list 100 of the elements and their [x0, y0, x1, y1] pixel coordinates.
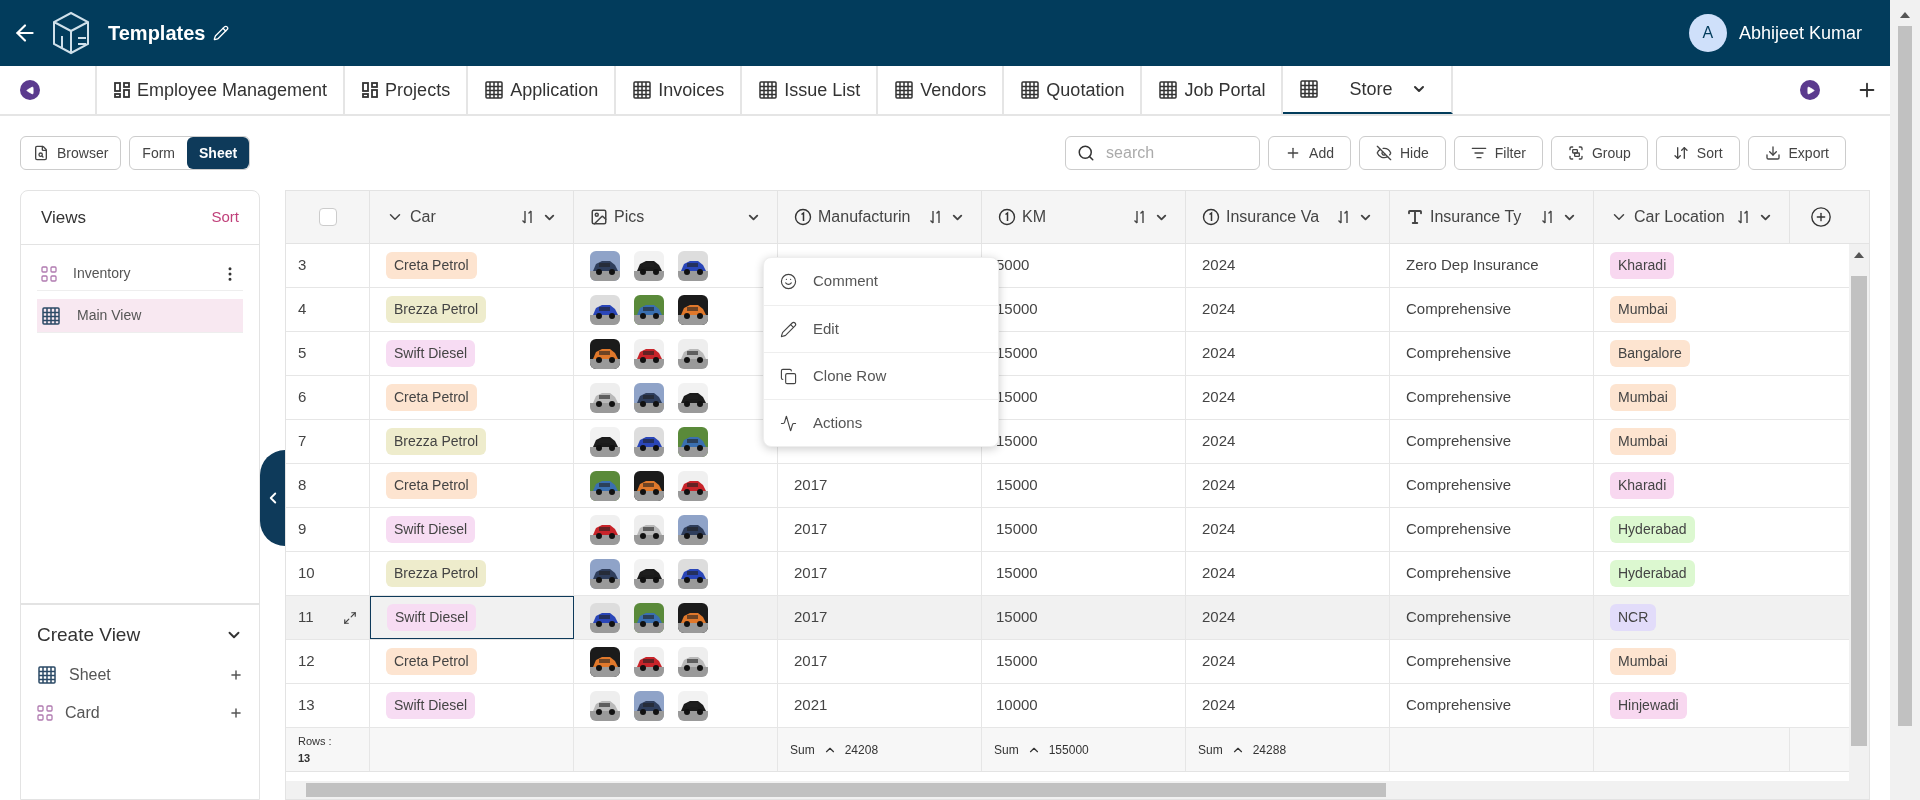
view-item[interactable]: Inventory: [37, 257, 243, 291]
row-number: 13: [298, 695, 315, 716]
copy-icon: [780, 367, 797, 385]
table-cell-text: 15000: [996, 563, 1038, 584]
select-all-checkbox[interactable]: [318, 208, 337, 226]
tab[interactable]: Quotation: [1004, 66, 1143, 114]
column-header[interactable]: Pics: [574, 191, 778, 243]
scroll-up-icon[interactable]: [1854, 252, 1864, 258]
column-header[interactable]: Manufacturin: [778, 191, 982, 243]
menu-item[interactable]: Clone Row: [764, 352, 998, 399]
table-cell-text: 2017: [794, 651, 828, 672]
toolbar-button[interactable]: Sort: [1655, 136, 1740, 170]
cube-logo-icon: [50, 10, 92, 56]
grid-icon: [41, 305, 61, 326]
row-number: 4: [298, 299, 307, 320]
number-icon: [794, 208, 812, 226]
create-view-item[interactable]: Card: [37, 699, 243, 726]
sum-label[interactable]: Sum: [790, 740, 815, 759]
toolbar-button[interactable]: Group: [1550, 136, 1648, 170]
expand-icon[interactable]: [343, 610, 357, 625]
toolbar-button[interactable]: Export: [1747, 136, 1846, 170]
tag: Swift Diesel: [386, 516, 476, 543]
mode-toggle[interactable]: Sheet: [187, 137, 250, 169]
tab[interactable]: Store: [1283, 66, 1453, 114]
tab[interactable]: Projects: [345, 66, 469, 114]
scroll-up-icon[interactable]: [1900, 12, 1910, 18]
row-number: 9: [298, 519, 307, 540]
tag: Creta Petrol: [386, 472, 477, 499]
table-cell-text: 2024: [1202, 475, 1236, 496]
sort-link[interactable]: Sort: [211, 206, 239, 229]
mode-toggle[interactable]: Form: [130, 137, 188, 169]
toolbar-button[interactable]: Hide: [1359, 136, 1446, 170]
board-icon: [113, 81, 131, 99]
search-field[interactable]: search: [1065, 136, 1261, 170]
scroll-right-button[interactable]: [1800, 80, 1820, 100]
tab[interactable]: Issue List: [742, 66, 879, 114]
table-cell-text: 2017: [794, 519, 828, 540]
column-header[interactable]: Car: [370, 191, 574, 243]
tab[interactable]: Vendors: [878, 66, 1005, 114]
tab[interactable]: Application: [468, 66, 617, 114]
create-view-item[interactable]: Sheet: [37, 661, 243, 688]
table-cell-text: Comprehensive: [1406, 299, 1512, 320]
row-number: 8: [298, 475, 307, 496]
table-cell-text: 2024: [1202, 255, 1236, 276]
table-cell-text: 2024: [1202, 563, 1236, 584]
table-cell-text: 2017: [794, 607, 828, 628]
vertical-scrollbar[interactable]: [1849, 244, 1869, 781]
image-icon: [590, 208, 608, 226]
table-cell-text: 15000: [996, 607, 1038, 628]
horizontal-scrollbar[interactable]: [286, 781, 1869, 799]
tab[interactable]: Invoices: [616, 66, 743, 114]
table-cell-text: 15000: [996, 387, 1038, 408]
panel-title: Views: [41, 206, 87, 229]
edit-icon[interactable]: [213, 25, 230, 41]
column-header[interactable]: KM: [982, 191, 1186, 243]
document-search-icon: [33, 145, 49, 161]
pencil-icon: [780, 320, 797, 338]
menu-item[interactable]: Edit: [764, 305, 998, 352]
row-number: 11: [298, 607, 314, 628]
table-cell-text: 2017: [794, 563, 828, 584]
group-icon: [1567, 145, 1584, 161]
column-header[interactable]: Car Location: [1594, 191, 1790, 243]
scroll-left-button[interactable]: [20, 80, 40, 100]
tag: Brezza Petrol: [386, 428, 487, 455]
sum-label[interactable]: Sum: [1198, 740, 1223, 759]
grid-icon: [1299, 79, 1320, 99]
page-title: Templates: [108, 21, 206, 46]
sum-label[interactable]: Sum: [994, 740, 1019, 759]
table-cell-text: 15000: [996, 343, 1038, 364]
table-cell-text: 15000: [996, 431, 1038, 452]
tab[interactable]: Job Portal: [1142, 66, 1284, 114]
table-cell-text: Comprehensive: [1406, 651, 1512, 672]
filter-icon: [1470, 145, 1487, 161]
table-cell-text: 10000: [996, 695, 1038, 716]
avatar[interactable]: A: [1688, 14, 1727, 52]
table-cell-text: 2021: [794, 695, 828, 716]
toolbar-button[interactable]: Filter: [1453, 136, 1543, 170]
user-name: Abhijeet Kumar: [1738, 21, 1862, 45]
rows-label: Rows :: [298, 734, 333, 749]
tag: Hyderabad: [1610, 516, 1695, 543]
view-item[interactable]: Main View: [37, 299, 243, 333]
column-header[interactable]: Insurance Va: [1186, 191, 1390, 243]
row-number: 7: [298, 431, 307, 452]
tag: Creta Petrol: [386, 252, 477, 279]
table-cell-text: Comprehensive: [1406, 431, 1512, 452]
plus-icon: [229, 705, 243, 720]
page-scrollbar[interactable]: [1890, 0, 1920, 800]
menu-item[interactable]: Comment: [764, 258, 998, 305]
table-cell-text: 2024: [1202, 651, 1236, 672]
tab[interactable]: Employee Management: [97, 66, 346, 114]
column-header[interactable]: Insurance Ty: [1390, 191, 1594, 243]
menu-item[interactable]: Actions: [764, 399, 998, 446]
table-cell-text: 2024: [1202, 519, 1236, 540]
table-cell-text: 15000: [996, 651, 1038, 672]
sum-value: 24208: [844, 741, 879, 759]
collapse-handle[interactable]: [260, 450, 285, 546]
browser-button[interactable]: Browser: [20, 136, 122, 170]
toolbar-button[interactable]: Add: [1268, 136, 1351, 170]
table-cell-text: 2017: [794, 475, 828, 496]
add-column-icon[interactable]: [1809, 206, 1832, 228]
